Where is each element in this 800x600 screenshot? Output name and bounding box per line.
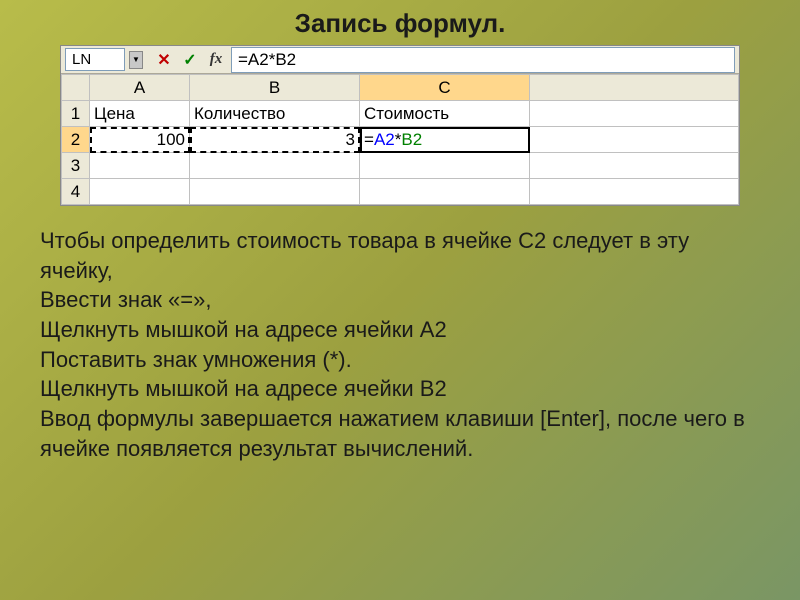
instruction-line-5: Щелкнуть мышкой на адресе ячейки В2 (40, 374, 760, 404)
row-header-1[interactable]: 1 (62, 101, 90, 127)
cell-a3[interactable] (90, 153, 190, 179)
instruction-line-6: Ввод формулы завершается нажатием клавиш… (40, 404, 760, 463)
cell-d1[interactable] (530, 101, 739, 127)
cell-d2[interactable] (530, 127, 739, 153)
cell-c1[interactable]: Стоимость (360, 101, 530, 127)
formula-input[interactable]: =A2*B2 (231, 47, 735, 73)
cell-b2[interactable]: 3 (190, 127, 360, 153)
select-all-corner[interactable] (62, 75, 90, 101)
instruction-line-1: Чтобы определить стоимость товара в ячей… (40, 226, 760, 285)
cell-c4[interactable] (360, 179, 530, 205)
instruction-line-3: Щелкнуть мышкой на адресе ячейки А2 (40, 315, 760, 345)
name-box-dropdown[interactable]: ▼ (129, 51, 143, 69)
col-header-c[interactable]: C (360, 75, 530, 101)
cancel-icon[interactable]: ✕ (153, 49, 175, 71)
cell-d4[interactable] (530, 179, 739, 205)
instruction-line-4: Поставить знак умножения (*). (40, 345, 760, 375)
cell-a2[interactable]: 100 (90, 127, 190, 153)
spreadsheet-grid: A B C 1 Цена Количество Стоимость 2 100 … (61, 74, 739, 205)
slide-title: Запись формул. (0, 0, 800, 45)
cell-d3[interactable] (530, 153, 739, 179)
col-header-a[interactable]: A (90, 75, 190, 101)
formula-eq: = (364, 130, 374, 149)
cell-b1[interactable]: Количество (190, 101, 360, 127)
formula-ref-b2: B2 (401, 130, 422, 149)
cell-b3[interactable] (190, 153, 360, 179)
confirm-icon[interactable]: ✓ (179, 49, 201, 71)
row-header-4[interactable]: 4 (62, 179, 90, 205)
fx-icon[interactable]: fx (205, 49, 227, 71)
cell-c3[interactable] (360, 153, 530, 179)
cell-c2[interactable]: =A2*B2 (360, 127, 530, 153)
cell-a4[interactable] (90, 179, 190, 205)
col-header-blank[interactable] (530, 75, 739, 101)
instruction-line-2: Ввести знак «=», (40, 285, 760, 315)
row-header-3[interactable]: 3 (62, 153, 90, 179)
body-text: Чтобы определить стоимость товара в ячей… (0, 226, 800, 464)
row-header-2[interactable]: 2 (62, 127, 90, 153)
cell-a1[interactable]: Цена (90, 101, 190, 127)
excel-screenshot: LN ▼ ✕ ✓ fx =A2*B2 A B C 1 Цена Количест… (60, 45, 740, 206)
col-header-b[interactable]: B (190, 75, 360, 101)
name-box[interactable]: LN (65, 48, 125, 71)
formula-ref-a2: A2 (374, 130, 395, 149)
formula-bar: LN ▼ ✕ ✓ fx =A2*B2 (61, 46, 739, 74)
cell-b4[interactable] (190, 179, 360, 205)
